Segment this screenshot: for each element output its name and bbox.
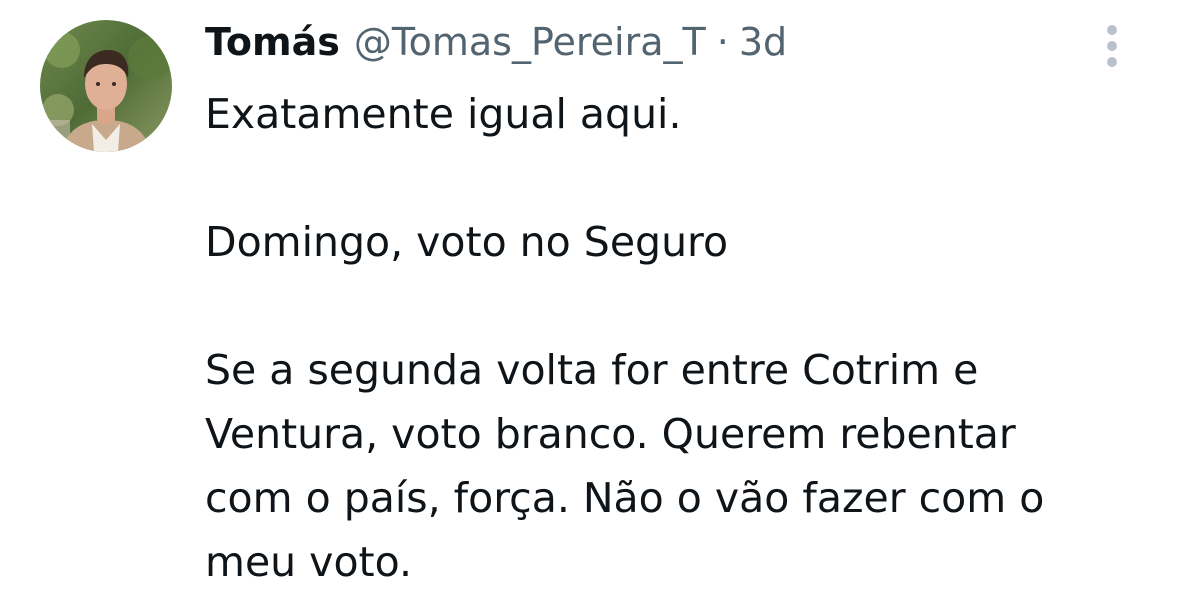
more-options-button[interactable] [1098,20,1126,76]
profile-photo-icon [40,20,172,152]
more-vertical-icon [1107,25,1117,67]
author-display-name[interactable]: Tomás [205,14,340,70]
tweet-text: Exatamente igual aqui. Domingo, voto no … [205,82,1135,594]
tweet-paragraph: Domingo, voto no Seguro [205,218,729,266]
tweet-paragraph: Exatamente igual aqui. [205,90,682,138]
header-separator: · [716,20,729,64]
tweet-paragraph: Se a segunda volta for entre Cotrim e Ve… [205,346,1045,586]
tweet-timestamp[interactable]: 3d [739,14,787,70]
tweet-header: Tomás @Tomas_Pereira_T · 3d [205,14,787,70]
author-handle[interactable]: @Tomas_Pereira_T [354,14,706,70]
avatar[interactable] [40,20,172,152]
tweet[interactable]: Tomás @Tomas_Pereira_T · 3d Exatamente i… [0,0,1179,597]
